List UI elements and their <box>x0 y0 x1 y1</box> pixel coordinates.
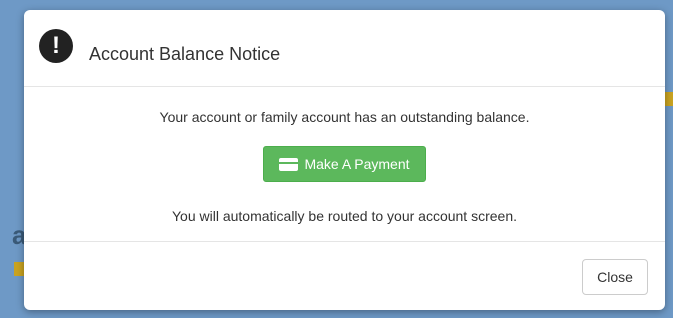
modal-header: ! Account Balance Notice <box>24 10 665 87</box>
background-strip-right <box>665 92 673 106</box>
balance-message: Your account or family account has an ou… <box>159 109 530 125</box>
make-payment-label: Make A Payment <box>304 156 410 172</box>
modal-title: Account Balance Notice <box>89 44 281 64</box>
make-payment-button[interactable]: Make A Payment <box>263 146 426 182</box>
close-button[interactable]: Close <box>582 259 648 295</box>
modal-footer: Close <box>24 241 665 310</box>
credit-card-icon <box>279 157 299 171</box>
modal-body: Your account or family account has an ou… <box>24 87 665 241</box>
background-strip-left <box>14 262 24 276</box>
exclamation-circle-icon: ! <box>39 29 73 63</box>
routing-message: You will automatically be routed to your… <box>171 208 517 224</box>
account-balance-modal: ! Account Balance Notice Your account or… <box>24 10 665 310</box>
